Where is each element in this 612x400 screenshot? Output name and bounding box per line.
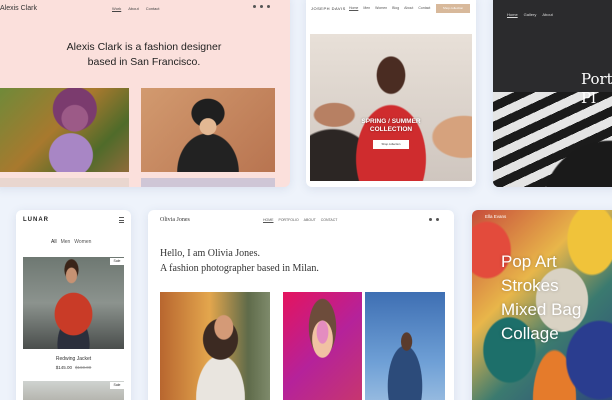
site-brand[interactable]: Olivia Jones [160,217,190,223]
nav-item-men[interactable]: Men [363,6,370,10]
portfolio-template-card[interactable]: Home Gallery About Portf Pl [493,0,612,187]
nav-item-portfolio[interactable]: PORTFOLIO [279,218,299,222]
site-nav: Home Gallery About [507,12,553,17]
hero-title-line: SPRING / SUMMER [361,118,421,125]
product-photo-red-jacket[interactable] [23,257,124,349]
twitter-icon[interactable] [429,218,432,221]
lunar-shop-template-card[interactable]: LUNAR All Men Women Sale Redwing Jacket … [16,210,131,400]
filter-all[interactable]: All [51,239,57,245]
site-nav: HOME PORTFOLIO ABOUT CONTACT [263,218,337,222]
product-name[interactable]: Redwing Jacket [16,356,131,362]
site-brand[interactable]: JOSEPH DAVIS [311,6,346,11]
headline-line: based in San Francisco. [87,56,201,68]
nav-item-gallery[interactable]: Gallery [524,12,537,17]
filter-women[interactable]: Women [74,239,91,245]
nav-item-contact[interactable]: Contact [418,6,430,10]
olivia-jones-template-card[interactable]: Olivia Jones HOME PORTFOLIO ABOUT CONTAC… [148,210,454,400]
nav-item-home[interactable]: Home [349,6,358,10]
hero-title-line: Portf [581,70,612,88]
social-icons [429,218,439,221]
hero-title-line: COLLECTION [369,126,413,133]
instagram-icon[interactable] [260,5,263,8]
share-icon[interactable] [267,5,270,8]
hero-title: Pop Art Strokes Mixed Bag Collage [501,250,581,346]
intro-line: Hello, I am Olivia Jones. [160,248,260,259]
nav-item-contact[interactable]: CONTACT [321,218,338,222]
sale-badge: Sale [110,258,124,265]
nav-item-home[interactable]: Home [507,12,518,17]
nav-item-about[interactable]: About [128,6,138,11]
current-price: $145.00 [55,365,72,370]
portfolio-photo-blue-sky[interactable] [365,292,445,400]
social-icons [253,5,270,8]
product-photo-partial[interactable] [23,381,124,400]
fashion-photo-man-in-hat [141,88,275,172]
fashion-photo-partial [141,178,275,187]
site-nav: Home Men Women Blog About Contact [349,6,430,10]
old-price: $160.00 [75,365,92,370]
sale-badge: Sale [110,382,124,389]
hero-title-line: Pl [581,89,596,107]
joseph-davis-template-card[interactable]: JOSEPH DAVIS Home Men Women Blog About C… [306,0,476,187]
intro-line: A fashion photographer based in Milan. [160,263,319,274]
hero-title-line: Mixed Bag [501,300,582,319]
nav-item-about[interactable]: About [542,12,552,17]
site-nav: Work About Contact [112,6,160,11]
site-brand[interactable]: Alexis Clark [0,5,37,12]
product-price: $145.00 $160.00 [16,365,131,370]
nav-item-contact[interactable]: Contact [146,6,160,11]
hero-title-line: Collage [501,324,559,343]
nav-item-about[interactable]: ABOUT [304,218,316,222]
alexis-clark-template-card[interactable]: Alexis Clark Work About Contact Alexis C… [0,0,290,187]
hero-fashion-photo [310,34,472,181]
site-brand[interactable]: Ella Evans [485,214,506,219]
hero-title: Portf Pl [581,70,612,108]
headline-line: Alexis Clark is a fashion designer [66,41,222,53]
hero-title-line: Pop Art [501,252,557,271]
portfolio-photo-sunglasses[interactable] [160,292,270,400]
nav-item-blog[interactable]: Blog [392,6,399,10]
fashion-photo-colorful-hair [0,88,129,172]
nav-item-about[interactable]: About [404,6,413,10]
hero-title: SPRING / SUMMER COLLECTION [354,118,428,134]
hero-headline: Alexis Clark is a fashion designer based… [34,40,254,70]
category-filters: All Men Women [51,239,91,245]
intro-text: Hello, I am Olivia Jones. A fashion phot… [160,246,319,276]
facebook-icon[interactable] [436,218,439,221]
filter-men[interactable]: Men [61,239,71,245]
nav-item-women[interactable]: Women [375,6,387,10]
pop-art-template-card[interactable]: Ella Evans Pop Art Strokes Mixed Bag Col… [472,210,612,400]
shop-collection-button[interactable]: Shop collection [436,4,470,13]
hamburger-menu-icon[interactable] [119,217,124,225]
nav-item-home[interactable]: HOME [263,218,274,222]
hero-title-line: Strokes [501,276,559,295]
nav-item-work[interactable]: Work [112,6,121,11]
portfolio-photo-pink-neon[interactable] [283,292,362,400]
site-brand[interactable]: LUNAR [23,217,49,223]
fashion-photo-partial [0,178,129,187]
hero-shop-button[interactable]: Shop collection [373,140,409,149]
facebook-icon[interactable] [253,5,256,8]
